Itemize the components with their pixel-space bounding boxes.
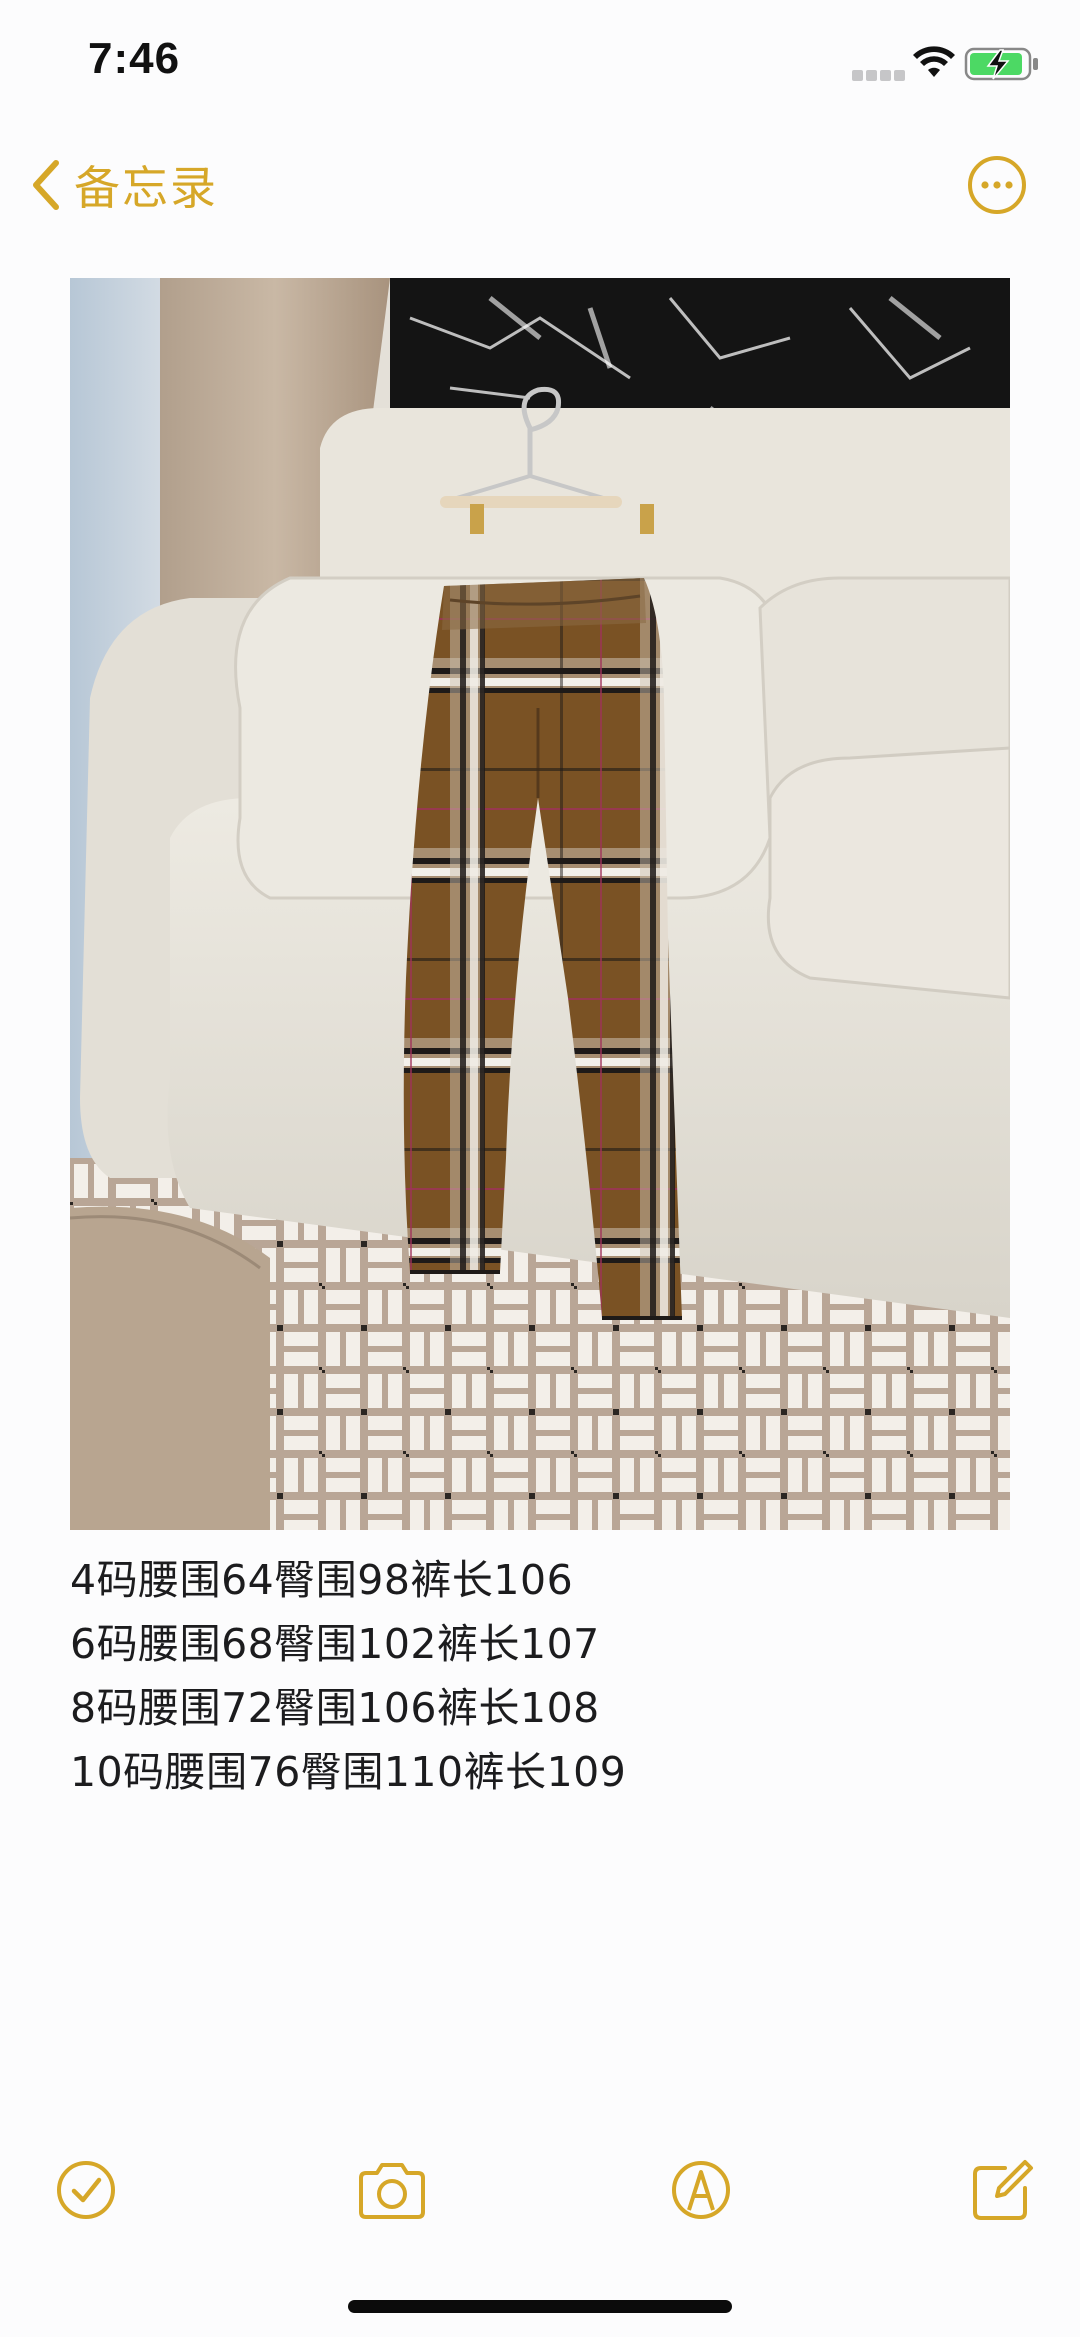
home-indicator[interactable] — [348, 2300, 732, 2313]
note-line: 4码腰围64臀围98裤长106 — [70, 1556, 574, 1604]
checklist-icon[interactable] — [52, 2156, 120, 2224]
navigation-bar: 备忘录 — [0, 140, 1080, 230]
wifi-icon — [913, 46, 955, 77]
battery-charging-icon — [964, 47, 1038, 81]
photo-illustration — [70, 278, 1010, 1530]
notes-screen: 7:46 备忘录 4码腰围64臀围98裤长106 6码腰围68臀围102裤长10… — [0, 0, 1080, 2337]
photo-plaid-trousers-on-sofa[interactable] — [70, 278, 1010, 1530]
note-line: 6码腰围68臀围102裤长107 — [70, 1620, 600, 1668]
note-line: 10码腰围76臀围110裤长109 — [70, 1748, 627, 1796]
note-line: 8码腰围72臀围106裤长108 — [70, 1684, 600, 1732]
back-label: 备忘录 — [74, 161, 218, 215]
status-bar: 7:46 — [0, 0, 1080, 130]
note-body[interactable]: 4码腰围64臀围98裤长106 6码腰围68臀围102裤长107 8码腰围72臀… — [70, 1548, 1010, 1804]
markup-pen-icon[interactable] — [667, 2156, 735, 2224]
bottom-toolbar — [0, 2150, 1080, 2230]
compose-icon[interactable] — [967, 2156, 1035, 2224]
signal-dots-icon — [852, 66, 908, 81]
back-button[interactable]: 备忘录 — [30, 150, 218, 220]
camera-icon[interactable] — [355, 2156, 429, 2224]
status-time: 7:46 — [88, 34, 181, 83]
chevron-left-icon — [33, 160, 59, 210]
ellipsis-circle-icon[interactable] — [966, 154, 1028, 216]
